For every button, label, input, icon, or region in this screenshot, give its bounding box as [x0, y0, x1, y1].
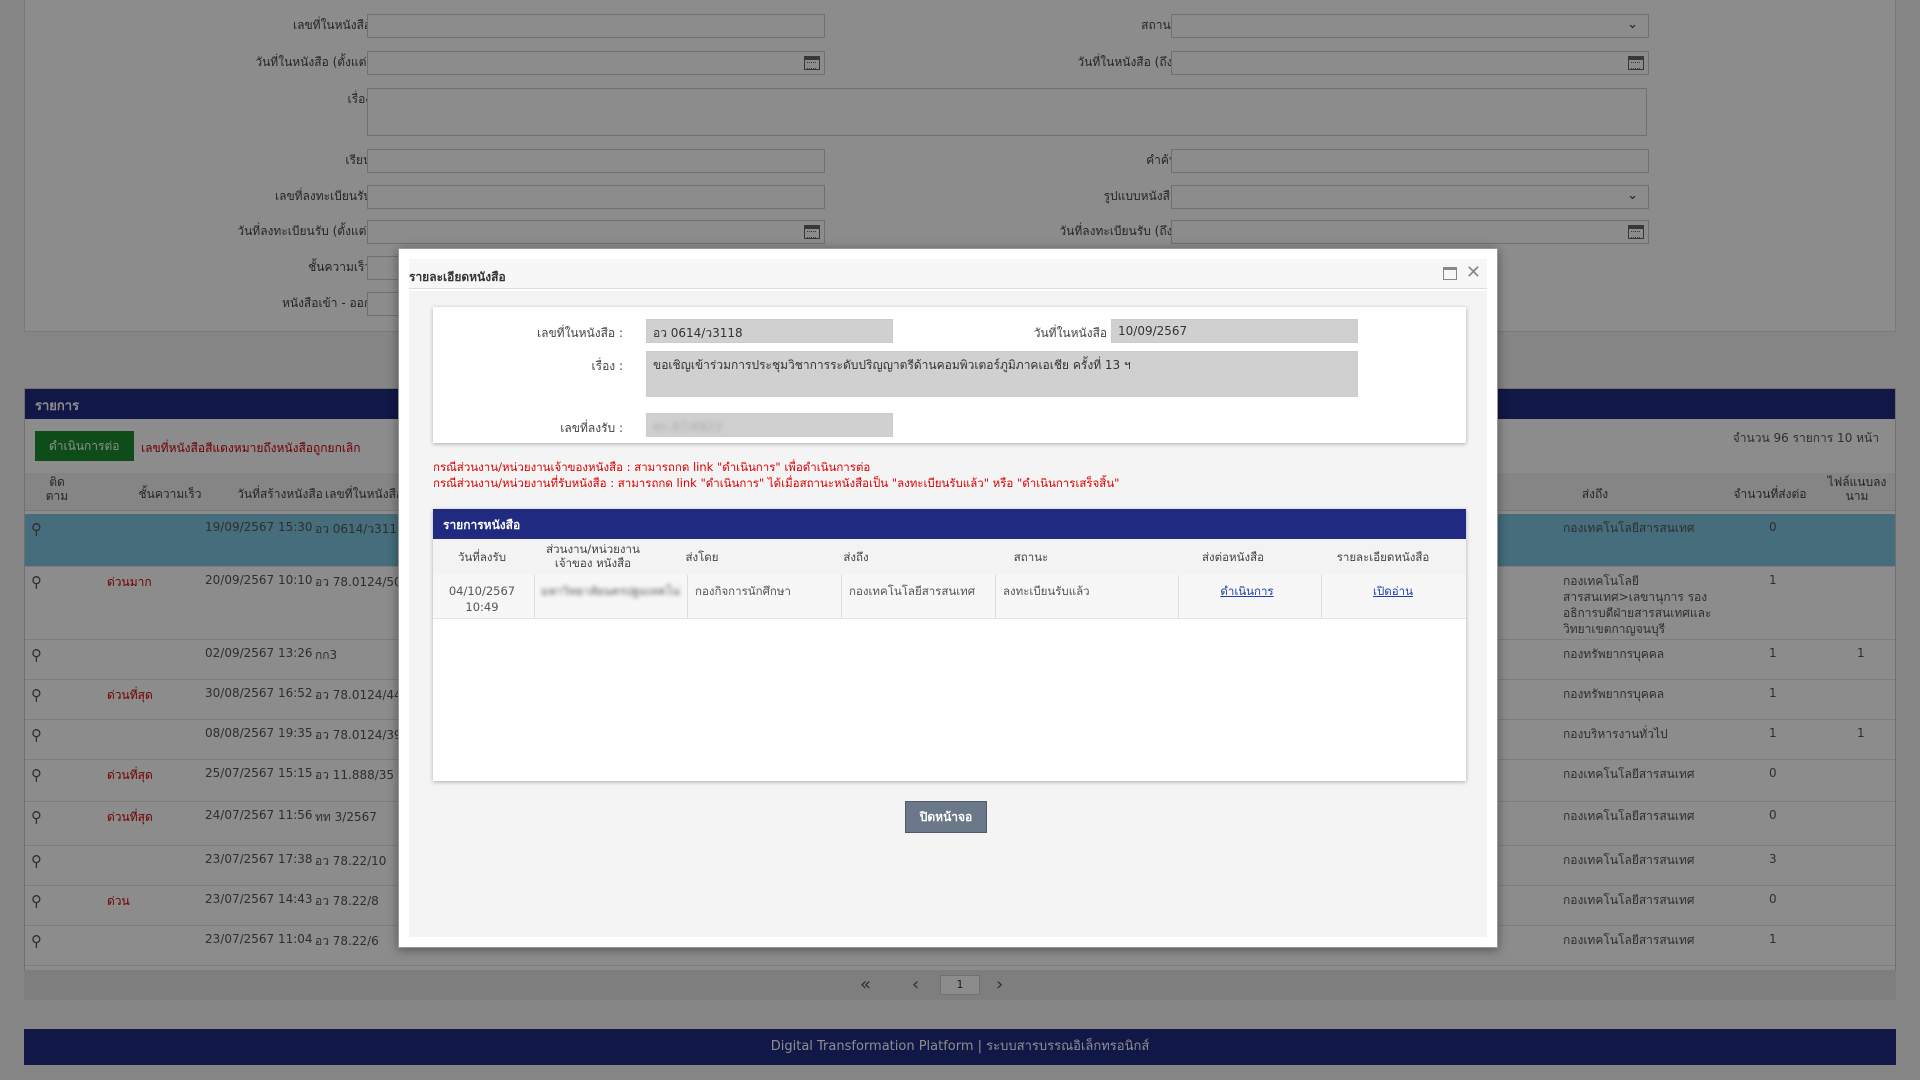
col-forward: ส่งต่อหนังสือ — [1202, 550, 1264, 564]
modal-titlebar: รายละเอียดหนังสือ ✕ — [409, 259, 1487, 289]
received-date-cell: 04/10/2567 10:49 — [441, 583, 523, 615]
detail-card: เลขที่ในหนังสือ : อว 0614/ว3118 วันที่ใน… — [433, 307, 1466, 443]
col-received-date: วันที่ลงรับ — [457, 550, 507, 564]
sent-to-cell: กองเทคโนโลยีสารสนเทศ — [849, 584, 976, 598]
reg-no-label: เลขที่ลงรับ : — [560, 421, 623, 435]
received-date: 04/10/2567 — [448, 584, 516, 598]
close-window-button[interactable]: ปิดหน้าจอ — [905, 801, 987, 833]
col-sent-to: ส่งถึง — [843, 550, 869, 564]
subject-label: เรื่อง : — [591, 359, 623, 373]
doc-date-value: 10/09/2567 — [1111, 319, 1358, 343]
status-cell: ลงทะเบียนรับแล้ว — [1003, 584, 1090, 598]
reg-no-box: ทก.87/4823 — [646, 413, 893, 437]
modal-body: เลขที่ในหนังสือ : อว 0614/ว3118 วันที่ใน… — [409, 291, 1487, 937]
items-card: รายการหนังสือ วันที่ลงรับ ส่วนงาน/หน่วยง… — [433, 509, 1466, 781]
divider — [995, 575, 996, 619]
reg-no-value: ทก.87/4823 — [653, 420, 722, 434]
table-row: 04/10/2567 10:49 มหาวิทยาลัยนครปฐมเทคโนโล… — [433, 575, 1466, 619]
divider — [841, 575, 842, 619]
owner-cell: มหาวิทยาลัยนครปฐมเทคโนโลยี — [541, 584, 681, 598]
col-status: สถานะ — [1013, 550, 1049, 564]
subject-value: ขอเชิญเข้าร่วมการประชุมวิชาการระดับปริญญ… — [646, 351, 1358, 397]
items-title: รายการหนังสือ — [433, 509, 1466, 539]
divider — [534, 575, 535, 619]
col-owner: ส่วนงาน/หน่วยงานเจ้าของ หนังสือ — [546, 542, 640, 570]
doc-no-label: เลขที่ในหนังสือ : — [537, 326, 623, 340]
modal-title: รายละเอียดหนังสือ — [409, 270, 506, 284]
col-sent-by: ส่งโดย — [685, 550, 719, 564]
receiver-notice: กรณีส่วนงาน/หน่วยงานที่รับหนังสือ : สามา… — [433, 476, 1120, 490]
document-detail-modal: รายละเอียดหนังสือ ✕ เลขที่ในหนังสือ : อว… — [398, 248, 1498, 948]
open-read-link[interactable]: เปิดอ่าน — [1373, 584, 1413, 598]
received-time: 10:49 — [465, 600, 499, 614]
maximize-icon[interactable] — [1443, 267, 1457, 280]
divider — [1321, 575, 1322, 619]
divider — [687, 575, 688, 619]
doc-date-label: วันที่ในหนังสือ : — [1033, 326, 1115, 340]
col-detail: รายละเอียดหนังสือ — [1336, 550, 1430, 564]
items-table-header: วันที่ลงรับ ส่วนงาน/หน่วยงานเจ้าของ หนัง… — [433, 539, 1466, 575]
detail-cell: เปิดอ่าน — [1323, 583, 1463, 599]
forward-cell: ดำเนินการ — [1179, 583, 1315, 599]
doc-no-value: อว 0614/ว3118 — [646, 319, 893, 343]
close-icon[interactable]: ✕ — [1466, 262, 1481, 283]
process-link[interactable]: ดำเนินการ — [1220, 584, 1273, 598]
sent-by-cell: กองกิจการนักศึกษา — [695, 584, 791, 598]
